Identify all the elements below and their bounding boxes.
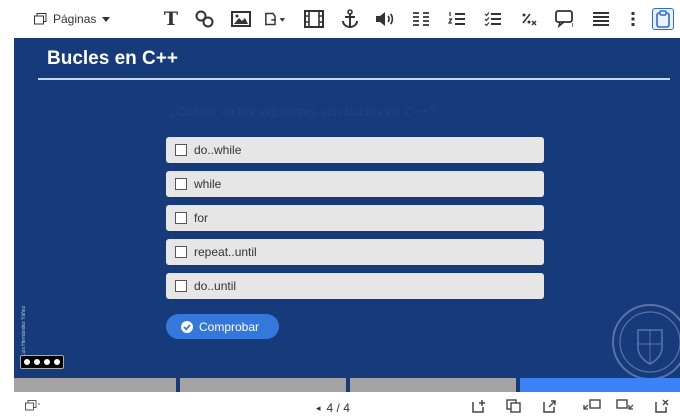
title-divider	[38, 78, 670, 80]
slide-title: Bucles en C++	[47, 48, 178, 69]
speaker-icon	[376, 12, 394, 26]
editor-toolbar: Páginas T	[0, 0, 680, 38]
ordered-list-tool-button[interactable]	[446, 8, 468, 30]
columns-tool-button[interactable]	[410, 8, 432, 30]
checkbox[interactable]	[175, 246, 187, 258]
quiz-option-label: do..until	[194, 279, 237, 293]
clipboard-icon	[656, 10, 670, 28]
quiz-option-label: while	[194, 177, 222, 191]
anchor-icon	[342, 9, 358, 29]
page-progress-bar	[14, 378, 680, 392]
page-count: 4 / 4	[326, 401, 350, 415]
move-forward-icon	[616, 399, 634, 410]
pages-icon	[25, 400, 40, 411]
move-back-icon	[583, 399, 601, 410]
check-answer-label: Comprobar	[199, 319, 260, 334]
add-page-icon	[472, 400, 485, 413]
list-view-icon	[593, 12, 609, 26]
previous-page-icon[interactable]: ◂	[316, 403, 321, 414]
creative-commons-license-logo	[20, 355, 64, 369]
delete-page-icon	[655, 399, 669, 413]
pages-icon	[34, 13, 47, 25]
slide-canvas: Bucles en C++ ¿Cuáles de los siguientes …	[14, 38, 680, 392]
checkbox[interactable]	[175, 178, 187, 190]
list-view-tool-button[interactable]	[590, 8, 612, 30]
sa-icon	[53, 358, 61, 366]
page-indicator: ◂ 4 / 4	[316, 401, 350, 415]
shapes-tool-button[interactable]	[194, 8, 216, 30]
page-menu-button[interactable]	[24, 398, 42, 414]
text-tool-button[interactable]: T	[160, 8, 182, 30]
video-tool-button[interactable]	[303, 8, 325, 30]
quiz-question: ¿Cuáles de los siguientes son bucles en …	[168, 104, 437, 119]
duplicate-icon	[506, 399, 521, 413]
progress-segment[interactable]	[180, 378, 346, 392]
pages-menu-button[interactable]: Páginas	[34, 9, 111, 29]
checklist-tool-button[interactable]	[482, 8, 504, 30]
export-icon	[543, 400, 556, 413]
object-tool-button[interactable]	[264, 8, 286, 30]
quiz-option-for[interactable]: for	[166, 205, 544, 231]
shapes-icon	[195, 10, 214, 28]
nc-icon	[43, 358, 51, 366]
clipboard-tool-button[interactable]	[652, 8, 674, 30]
by-icon	[33, 358, 41, 366]
ordered-list-icon	[448, 12, 465, 25]
chevron-down-icon	[102, 16, 111, 22]
quiz-option-repeat-until[interactable]: repeat..until	[166, 239, 544, 265]
check-circle-icon	[181, 320, 193, 333]
film-icon	[304, 10, 324, 28]
audio-tool-button[interactable]	[374, 8, 396, 30]
comment-icon	[555, 10, 574, 28]
vertical-dots-icon	[631, 12, 635, 26]
add-page-button[interactable]	[470, 398, 488, 414]
quiz-option-label: do..while	[194, 143, 242, 157]
anchor-tool-button[interactable]	[339, 8, 361, 30]
checkbox[interactable]	[175, 280, 187, 292]
progress-segment-current[interactable]	[520, 378, 680, 392]
checklist-icon	[484, 12, 501, 27]
more-options-button[interactable]	[622, 8, 644, 30]
duplicate-page-button[interactable]	[505, 398, 523, 414]
move-page-back-button[interactable]	[583, 398, 601, 414]
quiz-option-while[interactable]: while	[166, 171, 544, 197]
object-dropdown-icon	[265, 12, 286, 26]
image-icon	[231, 11, 251, 27]
columns-icon	[413, 12, 429, 26]
university-seal-watermark	[612, 304, 680, 380]
image-tool-button[interactable]	[230, 8, 252, 30]
quiz-option-do-until[interactable]: do..until	[166, 273, 544, 299]
checkbox[interactable]	[175, 144, 187, 156]
progress-segment[interactable]	[14, 378, 176, 392]
comment-tool-button[interactable]	[554, 8, 576, 30]
progress-segment[interactable]	[350, 378, 516, 392]
bottom-bar: ◂ 4 / 4	[0, 392, 680, 418]
cc-icon	[23, 358, 31, 366]
check-answer-button[interactable]: Comprobar	[166, 314, 279, 339]
pages-menu-label: Páginas	[53, 12, 97, 26]
export-page-button[interactable]	[541, 398, 559, 414]
quiz-option-label: repeat..until	[194, 245, 257, 259]
quiz-option-do-while[interactable]: do..while	[166, 137, 544, 163]
clear-format-tool-button[interactable]	[518, 8, 540, 30]
quiz-option-label: for	[194, 211, 209, 225]
checkbox[interactable]	[175, 212, 187, 224]
move-page-forward-button[interactable]	[616, 398, 634, 414]
clear-format-icon	[522, 13, 537, 26]
delete-page-button[interactable]	[653, 398, 671, 414]
